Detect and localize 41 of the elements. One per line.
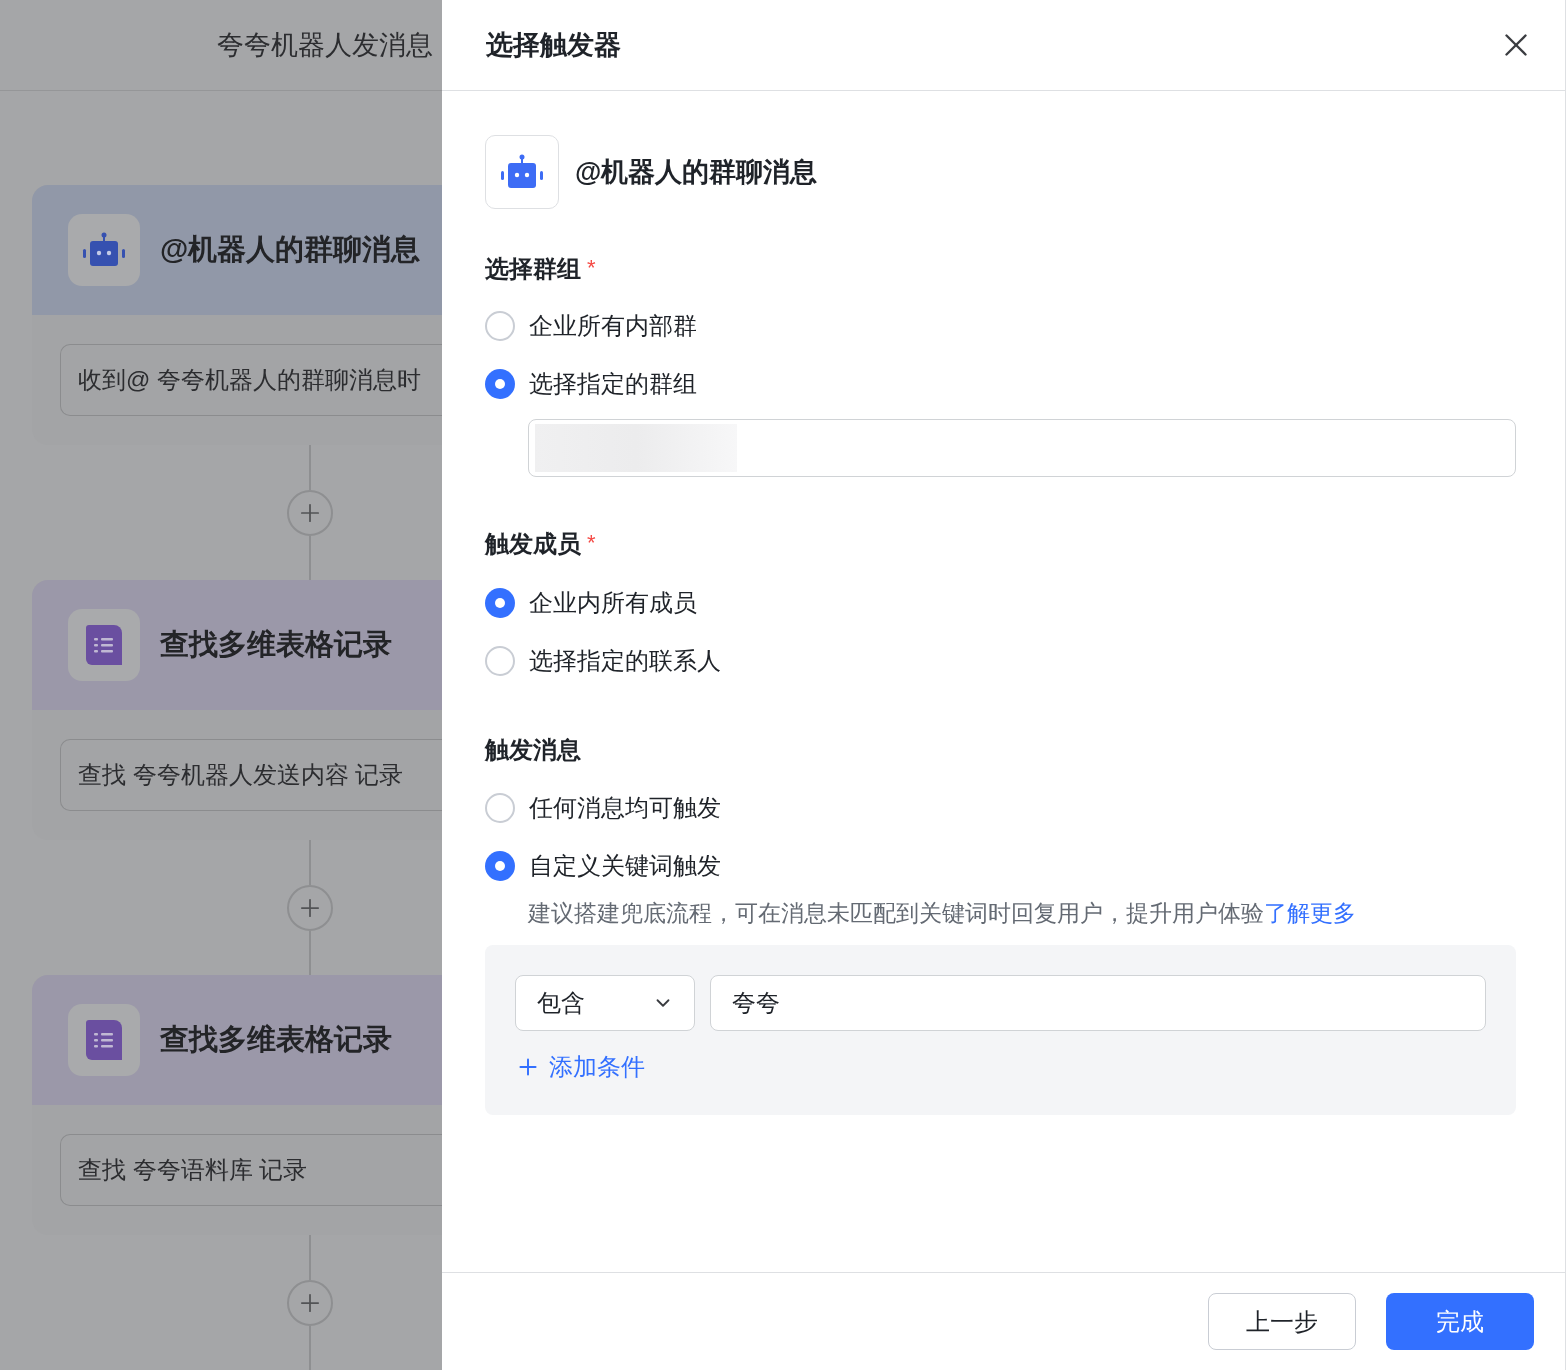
- node-title: 查找多维表格记录: [160, 627, 392, 663]
- back-button[interactable]: 上一步: [1208, 1293, 1356, 1350]
- node-summary: 收到@ 夸夸机器人的群聊消息时: [78, 365, 422, 395]
- radio-button[interactable]: [485, 588, 515, 618]
- node-summary: 查找 夸夸语料库 记录: [78, 1155, 308, 1185]
- learn-more-link[interactable]: 了解更多: [1264, 900, 1356, 926]
- radio-option[interactable]: 企业内所有成员: [485, 574, 697, 632]
- radio-option[interactable]: 选择指定的联系人: [485, 632, 721, 690]
- hint-text: 建议搭建兜底流程，可在消息未匹配到关键词时回复用户，提升用户体验了解更多: [528, 899, 1357, 928]
- trigger-title: @机器人的群聊消息: [575, 155, 818, 189]
- node-title: 查找多维表格记录: [160, 1022, 392, 1058]
- required-mark: *: [587, 254, 596, 282]
- keyword-input[interactable]: 夸夸: [710, 974, 1486, 1031]
- add-node-button[interactable]: [287, 884, 333, 931]
- flow-title: 夸夸机器人发消息: [217, 28, 433, 62]
- node-title: @机器人的群聊消息: [160, 232, 421, 268]
- robot-icon: [82, 232, 126, 268]
- required-mark: *: [587, 529, 596, 557]
- section-title: 选择群组: [485, 254, 581, 284]
- add-node-button[interactable]: [287, 489, 333, 536]
- radio-button[interactable]: [485, 311, 515, 341]
- robot-icon: [500, 154, 544, 190]
- finish-button[interactable]: 完成: [1386, 1293, 1534, 1350]
- radio-option[interactable]: 企业所有内部群: [485, 297, 697, 355]
- radio-option[interactable]: 任何消息均可触发: [485, 779, 721, 837]
- drawer-title: 选择触发器: [486, 28, 621, 62]
- section-title: 触发消息: [485, 735, 581, 765]
- radio-button[interactable]: [485, 851, 515, 881]
- add-condition-link[interactable]: 添加条件: [515, 1048, 645, 1085]
- radio-button[interactable]: [485, 793, 515, 823]
- add-node-button[interactable]: [287, 1279, 333, 1326]
- radio-option[interactable]: 选择指定的群组: [485, 355, 697, 413]
- radio-option[interactable]: 自定义关键词触发: [485, 837, 721, 895]
- section-title: 触发成员: [485, 529, 581, 559]
- group-select-field[interactable]: [528, 419, 1516, 477]
- radio-button[interactable]: [485, 369, 515, 399]
- table-document-icon: [86, 625, 122, 665]
- table-document-icon: [86, 1020, 122, 1060]
- radio-button[interactable]: [485, 646, 515, 676]
- operator-select[interactable]: 包含: [515, 974, 695, 1031]
- node-summary: 查找 夸夸机器人发送内容 记录: [78, 760, 404, 790]
